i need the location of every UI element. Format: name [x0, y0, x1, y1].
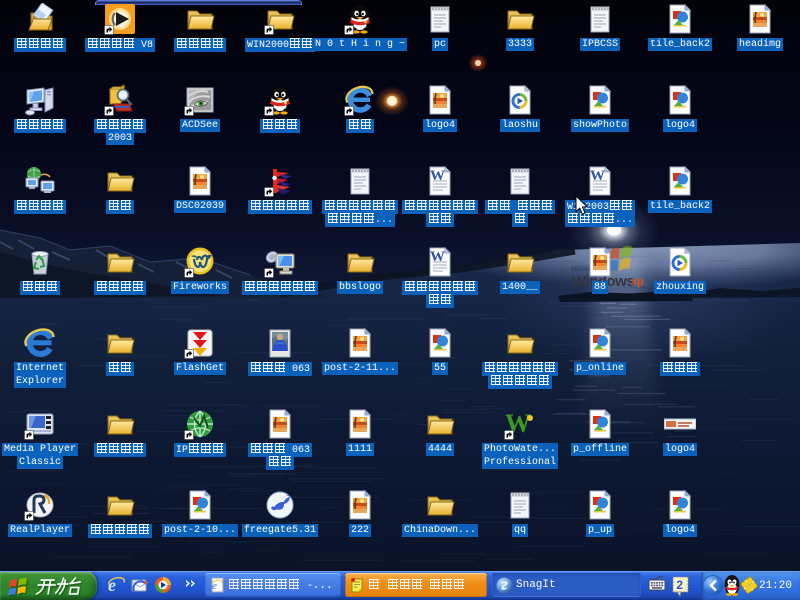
svg-text:2: 2 — [676, 578, 683, 592]
